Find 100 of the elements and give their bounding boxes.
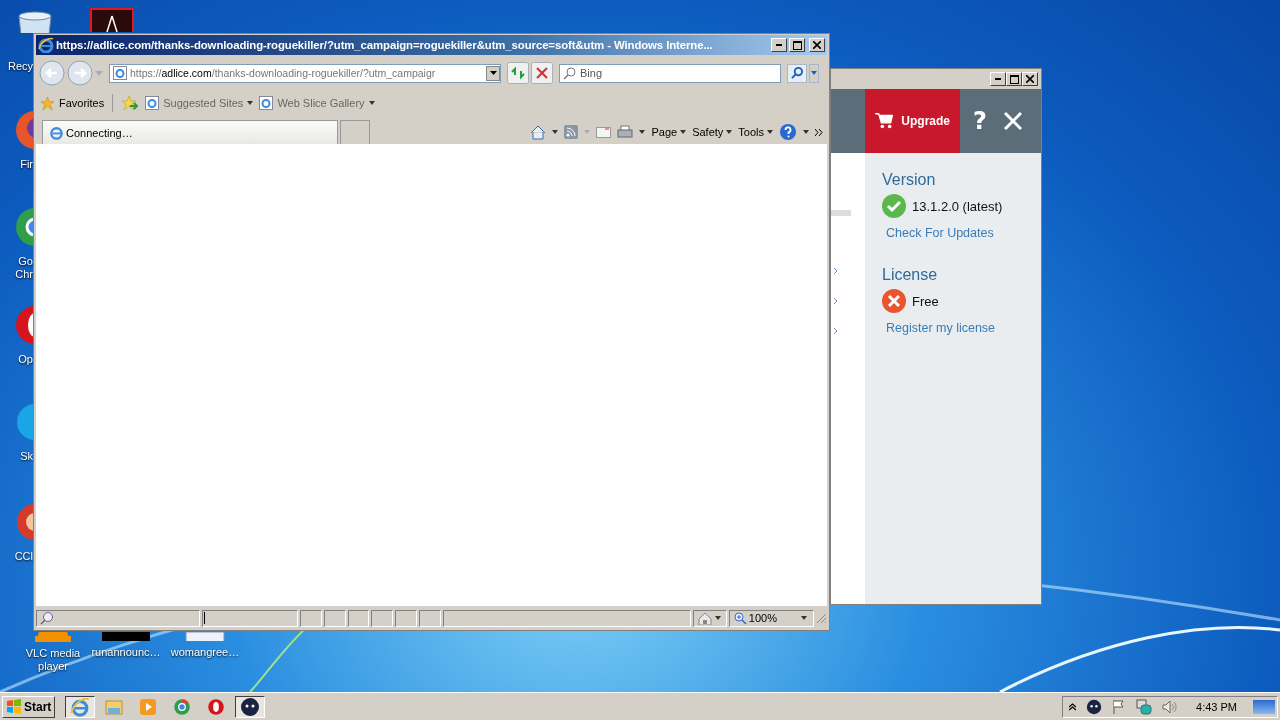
- app-tray-icon[interactable]: [1086, 698, 1103, 715]
- search-button[interactable]: [787, 63, 807, 83]
- show-desktop-button[interactable]: [1253, 699, 1275, 714]
- desktop-icon-label: CCl: [13, 550, 33, 563]
- desktop-icon-label: womangree…: [169, 646, 241, 659]
- stop-button[interactable]: [531, 62, 553, 84]
- search-icon: [563, 66, 576, 80]
- favorites-button[interactable]: Favorites: [40, 95, 105, 111]
- taskbar-app-button[interactable]: [235, 695, 266, 718]
- progress-marker: [203, 612, 205, 624]
- caret-icon: [801, 616, 808, 620]
- minimize-icon: [995, 78, 1001, 80]
- search-icon: [791, 67, 803, 79]
- document-app-icon[interactable]: [90, 8, 134, 32]
- status-pane: [299, 609, 322, 627]
- caret-icon: [368, 101, 375, 105]
- maximize-icon: [792, 40, 802, 50]
- browser-app-icon: [173, 697, 192, 716]
- section-heading: Version: [882, 171, 936, 189]
- caret-icon[interactable]: [803, 130, 809, 134]
- forward-button[interactable]: [67, 60, 93, 86]
- chevron-icon[interactable]: [833, 267, 838, 275]
- desktop-icon-label: Sk: [19, 450, 33, 463]
- mail-icon[interactable]: [596, 126, 612, 138]
- flag-icon[interactable]: [1112, 699, 1127, 714]
- caret-icon: [767, 130, 773, 134]
- command-menu[interactable]: Tools: [738, 126, 773, 138]
- minimize-button[interactable]: [771, 38, 787, 52]
- desktop-icon-label: Op: [17, 353, 33, 366]
- printer-icon[interactable]: [617, 124, 634, 140]
- cart-icon: [875, 112, 894, 130]
- desktop-icon-label: Fir: [19, 158, 33, 171]
- caret-icon[interactable]: [552, 130, 559, 134]
- command-menu[interactable]: Safety: [692, 126, 733, 138]
- zoom-menu[interactable]: 100%: [728, 609, 815, 627]
- browser-tab[interactable]: Connecting…: [42, 120, 338, 144]
- status-pane: [395, 609, 418, 627]
- back-button[interactable]: [39, 60, 65, 86]
- close-button[interactable]: [809, 38, 825, 52]
- feed-icon[interactable]: [564, 125, 579, 139]
- caret-icon: [247, 101, 254, 105]
- status-pane: [419, 609, 441, 627]
- minimize-button[interactable]: [990, 72, 1006, 86]
- error-icon: [882, 289, 906, 313]
- maximize-button[interactable]: [789, 38, 805, 52]
- taskbar-app-button[interactable]: [65, 695, 96, 718]
- favorites-bar-link[interactable]: Web Slice Gallery: [259, 96, 375, 110]
- section-heading: License: [882, 266, 938, 284]
- caret-icon[interactable]: [639, 130, 646, 134]
- network-icon[interactable]: [1136, 698, 1153, 715]
- refresh-button[interactable]: [507, 62, 529, 84]
- link[interactable]: Register my license: [886, 321, 996, 335]
- app-face-icon: [240, 696, 261, 717]
- upgrade-button[interactable]: Upgrade: [865, 89, 960, 153]
- status-pane: [371, 609, 394, 627]
- add-favorite-icon[interactable]: [121, 95, 140, 111]
- help-icon[interactable]: [779, 123, 797, 141]
- minimize-icon: [776, 44, 782, 46]
- status-text: 13.1.2.0 (latest): [912, 198, 1003, 214]
- status-text: Free: [912, 293, 939, 309]
- chevron-icon[interactable]: [833, 297, 838, 305]
- help-button[interactable]: ?: [960, 89, 1000, 153]
- desktop-icon-label: VLC media player: [24, 647, 82, 673]
- caret-icon: [489, 71, 497, 75]
- window-title: https://adlice.com/thanks-downloading-roguekiller/?utm_campaign=roguekiller&utm_source=soft&utm - Windows Interne...: [56, 39, 714, 51]
- browser-app-icon: [70, 696, 91, 717]
- zoom-icon: [733, 611, 747, 625]
- page-icon: [145, 96, 160, 110]
- status-pane: [347, 609, 370, 627]
- partial-bar: [831, 210, 851, 216]
- favorites-bar-link[interactable]: Suggested Sites: [145, 96, 254, 110]
- clock[interactable]: 4:43 PM: [1196, 700, 1237, 713]
- speaker-icon[interactable]: [1162, 699, 1179, 714]
- star-icon: [40, 95, 55, 111]
- home-icon[interactable]: [530, 124, 547, 140]
- page-icon: [259, 96, 274, 110]
- start-logo-icon: [6, 698, 22, 715]
- more-chevron-icon[interactable]: [815, 128, 823, 136]
- search-field[interactable]: Bing: [559, 63, 781, 83]
- caret-icon: [811, 71, 817, 75]
- link[interactable]: Check For Updates: [886, 226, 994, 240]
- close-icon: [1026, 75, 1034, 83]
- desktop-icon-label: runannounc…: [90, 646, 162, 659]
- search-options-button[interactable]: [809, 63, 819, 83]
- chevron-icon[interactable]: [833, 327, 838, 335]
- caret-icon: [715, 616, 721, 620]
- page-icon: [49, 125, 64, 140]
- maximize-button[interactable]: [1006, 72, 1022, 86]
- search-icon: [40, 611, 54, 625]
- dropdown-button[interactable]: [486, 65, 500, 81]
- close-icon[interactable]: [1004, 112, 1022, 130]
- start-button[interactable]: Start: [2, 695, 56, 718]
- command-menu[interactable]: Page: [651, 126, 687, 138]
- close-button[interactable]: [1022, 72, 1038, 86]
- address-field[interactable]: https://adlice.com/thanks-downloading-roguekiller/?utm_campaigr: [109, 63, 501, 83]
- protected-mode-pane[interactable]: [693, 609, 727, 627]
- resize-grip-icon[interactable]: [816, 612, 828, 624]
- show-hidden-icons-button[interactable]: [1069, 702, 1077, 711]
- status-pane: [323, 609, 346, 627]
- check-icon: [882, 194, 906, 218]
